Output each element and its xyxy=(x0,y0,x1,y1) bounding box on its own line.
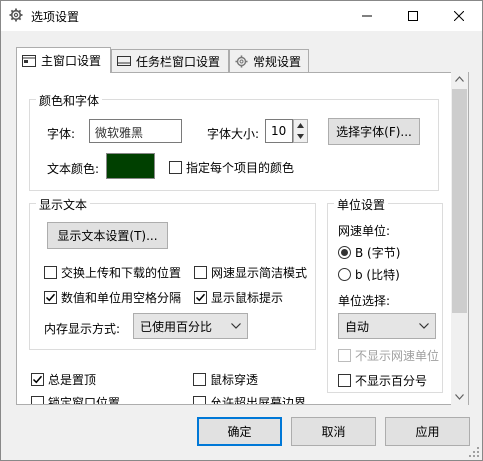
tab-label: 任务栏窗口设置 xyxy=(136,54,221,69)
tab-label: 主窗口设置 xyxy=(41,54,102,68)
checkmark-icon xyxy=(32,375,43,384)
font-size-field[interactable]: 10 xyxy=(265,119,293,143)
mouse-through-checkbox[interactable]: 鼠标穿透 xyxy=(193,371,258,388)
hide-percent-checkbox[interactable]: 不显示百分号 xyxy=(338,372,427,389)
apply-button[interactable]: 应用 xyxy=(385,417,470,446)
unit-settings-group: 单位设置 网速单位: B (字节) b (比特) 单位选择: 自动 不显示网速单… xyxy=(327,196,443,393)
window-icon xyxy=(22,54,36,67)
unit-select-label: 单位选择: xyxy=(338,294,391,308)
text-color-swatch[interactable] xyxy=(106,153,155,179)
maximize-button[interactable] xyxy=(390,1,436,31)
ok-button[interactable]: 确定 xyxy=(197,417,282,446)
lock-position-checkbox[interactable]: 锁定窗口位置 xyxy=(31,394,121,405)
gear-icon xyxy=(235,54,248,68)
chevron-up-icon xyxy=(455,76,464,82)
chevron-down-icon xyxy=(455,394,464,400)
display-text-settings-button[interactable]: 显示文本设置(T)... xyxy=(47,222,168,249)
group-title: 显示文本 xyxy=(36,196,91,213)
radio-circle xyxy=(338,268,351,281)
checkbox-label: 总是置顶 xyxy=(48,373,97,387)
resize-grip-icon[interactable] xyxy=(469,447,480,458)
checkbox-box xyxy=(193,373,206,386)
checkbox-label: 显示鼠标提示 xyxy=(211,291,284,305)
options-dialog: 选项设置 主窗口设置 任务栏窗口设置 常规设置 颜色和字体 字体: 微软雅黑 字… xyxy=(0,0,483,461)
checkbox-label: 指定每个项目的颜色 xyxy=(186,161,295,175)
chevron-down-icon xyxy=(231,323,241,329)
checkbox-box xyxy=(31,373,44,386)
checkbox-label: 数值和单位用空格分隔 xyxy=(61,291,182,305)
checkbox-box xyxy=(44,291,57,304)
tab-main-window[interactable]: 主窗口设置 xyxy=(16,47,111,73)
memory-mode-label: 内存显示方式: xyxy=(44,322,121,336)
allow-offscreen-checkbox[interactable]: 允许超出屏幕边界 xyxy=(193,394,307,405)
color-font-group: 颜色和字体 字体: 微软雅黑 字体大小: 10 选择字体(F)... 文本颜色:… xyxy=(29,92,439,191)
mouse-tip-checkbox[interactable]: 显示鼠标提示 xyxy=(194,289,283,306)
checkbox-box xyxy=(44,266,57,279)
radio-label: b (比特) xyxy=(355,268,400,282)
always-on-top-checkbox[interactable]: 总是置顶 xyxy=(31,371,96,388)
taskbar-icon xyxy=(117,56,131,66)
chevron-up-icon xyxy=(297,123,304,128)
unit-byte-radio[interactable]: B (字节) xyxy=(338,244,400,261)
swap-updown-checkbox[interactable]: 交换上传和下载的位置 xyxy=(44,264,181,281)
cancel-button[interactable]: 取消 xyxy=(291,417,376,446)
checkmark-icon xyxy=(45,293,56,302)
font-size-label: 字体大小: xyxy=(207,127,260,141)
checkbox-label: 网速显示简洁模式 xyxy=(211,266,308,280)
radio-label: B (字节) xyxy=(355,246,401,260)
checkbox-box xyxy=(194,291,207,304)
font-name-field[interactable]: 微软雅黑 xyxy=(89,119,182,143)
checkbox-label: 交换上传和下载的位置 xyxy=(61,266,182,280)
main-window-settings-panel: 颜色和字体 字体: 微软雅黑 字体大小: 10 选择字体(F)... 文本颜色:… xyxy=(16,72,469,405)
close-button[interactable] xyxy=(436,1,482,31)
checkbox-label: 允许超出屏幕边界 xyxy=(210,396,307,405)
checkbox-box xyxy=(193,396,206,404)
select-value: 自动 xyxy=(345,319,370,334)
maximize-icon xyxy=(408,11,418,21)
checkmark-icon xyxy=(195,293,206,302)
group-title: 单位设置 xyxy=(334,196,389,213)
scrollbar-thumb[interactable] xyxy=(452,89,467,313)
select-value: 已使用百分比 xyxy=(140,319,213,334)
hide-speed-unit-checkbox[interactable]: 不显示网速单位 xyxy=(338,347,439,364)
checkbox-label: 鼠标穿透 xyxy=(210,373,259,387)
chevron-down-icon xyxy=(419,323,429,329)
concise-speed-checkbox[interactable]: 网速显示简洁模式 xyxy=(194,264,307,281)
tab-taskbar-window[interactable]: 任务栏窗口设置 xyxy=(111,49,229,72)
close-icon xyxy=(454,11,464,21)
checkbox-box xyxy=(338,349,351,362)
per-item-color-checkbox[interactable]: 指定每个项目的颜色 xyxy=(169,159,294,176)
panel-scrollbar[interactable] xyxy=(451,72,468,405)
gear-icon xyxy=(9,8,23,25)
unit-bit-radio[interactable]: b (比特) xyxy=(338,266,400,283)
speed-unit-label: 网速单位: xyxy=(338,224,391,238)
checkbox-box xyxy=(169,161,182,174)
radio-circle xyxy=(338,246,351,259)
group-title: 颜色和字体 xyxy=(36,92,103,109)
choose-font-button[interactable]: 选择字体(F)... xyxy=(328,118,420,145)
minimize-icon xyxy=(362,15,372,17)
font-label: 字体: xyxy=(47,127,76,141)
memory-mode-select[interactable]: 已使用百分比 xyxy=(133,313,248,339)
checkbox-label: 不显示网速单位 xyxy=(355,349,440,363)
title-bar[interactable]: 选项设置 xyxy=(1,1,482,31)
checkbox-box xyxy=(31,396,44,404)
window-title: 选项设置 xyxy=(31,10,80,24)
checkbox-label: 锁定窗口位置 xyxy=(48,396,121,405)
checkbox-box xyxy=(194,266,207,279)
chevron-down-icon xyxy=(297,134,304,139)
text-color-label: 文本颜色: xyxy=(47,162,100,176)
display-text-group: 显示文本 显示文本设置(T)... 交换上传和下载的位置 网速显示简洁模式 数值… xyxy=(29,196,316,350)
minimize-button[interactable] xyxy=(344,1,390,31)
space-separate-checkbox[interactable]: 数值和单位用空格分隔 xyxy=(44,289,181,306)
tab-general-settings[interactable]: 常规设置 xyxy=(229,49,309,72)
font-size-spinner[interactable] xyxy=(293,119,308,143)
unit-select[interactable]: 自动 xyxy=(338,313,436,339)
tab-label: 常规设置 xyxy=(253,54,302,69)
checkbox-label: 不显示百分号 xyxy=(355,374,428,388)
checkbox-box xyxy=(338,374,351,387)
